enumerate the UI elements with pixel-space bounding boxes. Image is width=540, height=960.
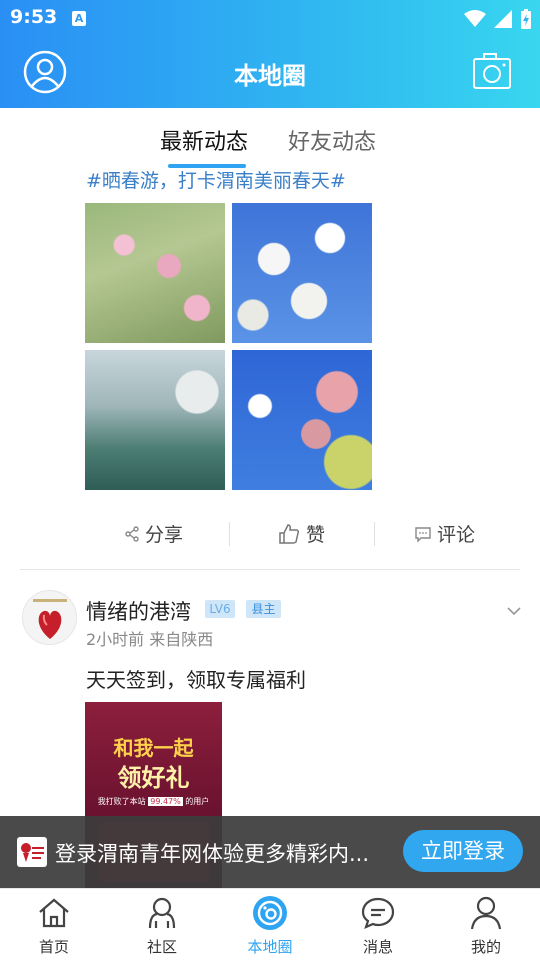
action-separator bbox=[374, 522, 375, 546]
nav-messages[interactable]: 消息 bbox=[324, 889, 432, 960]
profile-icon bbox=[470, 896, 502, 930]
white-blossom-sky-photo[interactable] bbox=[232, 203, 372, 343]
local-circle-icon bbox=[253, 896, 287, 930]
topic-hashtag[interactable]: #晒春游，打卡渭南美丽春天# bbox=[86, 166, 346, 193]
nav-home[interactable]: 首页 bbox=[0, 889, 108, 960]
comment-button[interactable]: 评论 bbox=[415, 520, 475, 547]
pink-blossom-sky-photo[interactable] bbox=[232, 350, 372, 490]
system-icons bbox=[464, 8, 532, 30]
nav-home-label: 首页 bbox=[38, 938, 69, 956]
promo-line3-suffix: 的用户 bbox=[185, 797, 210, 806]
nav-local-circle-label: 本地圈 bbox=[247, 938, 293, 956]
heart-balloon-icon bbox=[33, 599, 67, 639]
share-label: 分享 bbox=[145, 524, 184, 546]
promo-line3: 我打败了本站 99.47% 的用户 bbox=[85, 796, 222, 807]
nav-local-circle[interactable]: 本地圈 bbox=[216, 889, 324, 960]
home-icon bbox=[39, 898, 69, 928]
message-icon bbox=[361, 897, 395, 929]
action-separator bbox=[229, 522, 230, 546]
camera-button[interactable] bbox=[472, 52, 512, 90]
nav-community[interactable]: 社区 bbox=[108, 889, 216, 960]
promo-line1: 和我一起 bbox=[113, 736, 194, 760]
status-time: 9:53 bbox=[10, 6, 58, 28]
post-divider bbox=[20, 569, 520, 570]
tab-friends[interactable]: 好友动态 bbox=[288, 124, 376, 156]
peach-blossom-photo[interactable] bbox=[85, 203, 225, 343]
avatar[interactable] bbox=[22, 590, 77, 645]
comment-label: 评论 bbox=[437, 524, 476, 546]
nav-profile-label: 我的 bbox=[470, 938, 501, 956]
lake-blossom-photo[interactable] bbox=[85, 350, 225, 490]
community-icon bbox=[148, 897, 176, 929]
thumbs-up-icon bbox=[279, 523, 300, 544]
share-icon bbox=[125, 525, 139, 542]
login-button[interactable]: 立即登录 bbox=[403, 830, 523, 872]
share-button[interactable]: 分享 bbox=[125, 520, 183, 547]
like-button[interactable]: 赞 bbox=[278, 520, 325, 547]
feed-tabs: 最新动态 好友动态 bbox=[0, 120, 540, 170]
app-header: 9:53 A 本地圈 bbox=[0, 0, 540, 108]
notification-icon: A bbox=[72, 11, 86, 26]
photo-grid bbox=[85, 203, 373, 491]
signal-icon bbox=[494, 10, 512, 28]
nav-messages-label: 消息 bbox=[362, 938, 393, 956]
site-logo-icon bbox=[21, 843, 44, 862]
nav-profile[interactable]: 我的 bbox=[432, 889, 540, 960]
promo-line3-prefix: 我打败了本站 bbox=[97, 797, 146, 806]
battery-icon bbox=[521, 9, 531, 29]
level-badge: LV6 bbox=[205, 600, 235, 618]
promo-line2: 领好礼 bbox=[117, 764, 190, 792]
promo-line3-value: 99.47% bbox=[148, 797, 183, 806]
bottom-navigation: 首页 社区 本地圈 消息 我的 bbox=[0, 888, 540, 960]
nav-community-label: 社区 bbox=[146, 938, 177, 956]
post-text: 天天签到，领取专属福利 bbox=[86, 668, 306, 692]
login-prompt-text: 登录渭南青年网体验更多精彩内... bbox=[55, 842, 370, 866]
chevron-down-icon[interactable] bbox=[506, 605, 522, 617]
post-actions: 分享 赞 评论 bbox=[85, 514, 520, 554]
login-prompt-bar: 登录渭南青年网体验更多精彩内... 立即登录 bbox=[0, 816, 540, 888]
status-bar: 9:53 A bbox=[0, 0, 540, 38]
page-title: 本地圈 bbox=[234, 62, 306, 90]
post-username[interactable]: 情绪的港湾 bbox=[86, 596, 191, 626]
like-label: 赞 bbox=[306, 524, 326, 546]
comment-icon bbox=[415, 526, 431, 542]
post-meta: 2小时前 来自陕西 bbox=[86, 630, 214, 649]
camera-icon bbox=[473, 53, 511, 89]
site-logo bbox=[17, 837, 47, 867]
role-badge: 县主 bbox=[246, 600, 281, 618]
tab-latest[interactable]: 最新动态 bbox=[160, 124, 248, 156]
wifi-icon bbox=[464, 10, 486, 27]
